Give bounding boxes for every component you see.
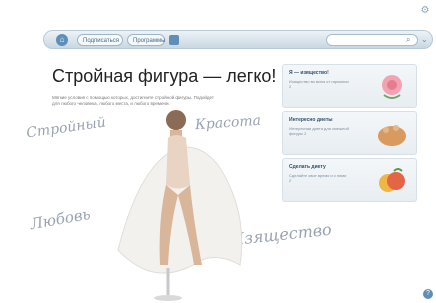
help-icon[interactable]: ? <box>423 289 433 299</box>
card-text: Изящество во всем от гармонии 2 <box>289 79 349 89</box>
card-text: Интересная диета для смешной фигуры 2 <box>289 126 349 136</box>
rose-icon <box>382 75 402 99</box>
feature-card[interactable]: Я — изящество! Изящество во всем от гарм… <box>282 64 417 108</box>
search-icon[interactable]: ⌕ <box>406 35 415 44</box>
apple-icon <box>379 168 405 192</box>
nav-button-programs[interactable]: Программы <box>127 34 165 46</box>
bread-icon <box>378 125 406 146</box>
nav-button-subscribe[interactable]: Подписаться <box>77 34 123 46</box>
card-text: Сделайте свое время и с ними 2 <box>289 173 347 183</box>
settings-icon[interactable]: ⚙ <box>418 4 432 18</box>
page-title: Стройная фигура — легко! <box>52 66 277 86</box>
decorative-word-3: Любовь <box>28 204 92 234</box>
grid-icon[interactable] <box>169 35 179 45</box>
navigation-bar: ⌂ Подписаться Программы ⌕ ⌄ <box>43 30 433 49</box>
model-illustration <box>117 110 243 301</box>
card-title: Я — изящество! <box>289 70 329 76</box>
card-title: Сделать диету <box>289 164 326 170</box>
card-title: Интересно диеты <box>289 117 333 123</box>
dropdown-icon[interactable]: ⌄ <box>421 34 431 46</box>
feature-card[interactable]: Интересно диеты Интересная диета для сме… <box>282 111 417 155</box>
search-input[interactable] <box>326 34 418 46</box>
feature-card[interactable]: Сделать диету Сделайте свое время и с ни… <box>282 158 417 202</box>
decorative-word-1: Стройный <box>25 114 107 142</box>
home-icon[interactable]: ⌂ <box>56 34 68 46</box>
